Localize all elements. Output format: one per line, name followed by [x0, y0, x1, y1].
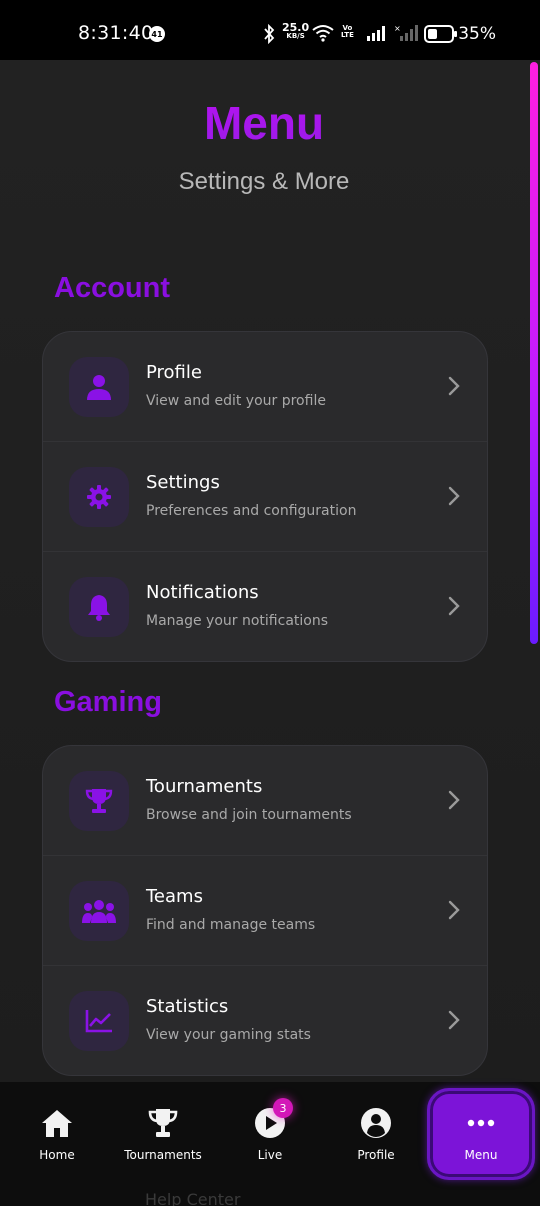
chevron-right-icon — [447, 899, 461, 925]
network-speed: 25.0 KB/S — [282, 21, 310, 41]
status-time: 8:31:40 — [78, 22, 154, 44]
chevron-right-icon — [447, 1009, 461, 1035]
menu-item-title: Notifications — [146, 582, 259, 603]
menu-item-subtitle: Browse and join tournaments — [146, 807, 352, 823]
menu-item-title: Teams — [146, 886, 203, 907]
menu-item-subtitle: Preferences and configuration — [146, 503, 357, 519]
app-screen: 8:31:40 41 25.0 KB/S Vo LTE × 35% Menu S… — [0, 0, 540, 1206]
chevron-right-icon — [447, 595, 461, 621]
chart-line-icon — [69, 991, 129, 1051]
menu-item-title: Profile — [146, 362, 202, 383]
bluetooth-icon — [262, 23, 276, 48]
network-speed-unit: KB/S — [286, 32, 305, 40]
battery-icon — [424, 25, 458, 47]
menu-item-notifications[interactable]: Notifications Manage your notifications — [43, 552, 487, 661]
chevron-right-icon — [447, 485, 461, 511]
trophy-icon — [146, 1106, 180, 1140]
menu-item-profile[interactable]: Profile View and edit your profile — [43, 332, 487, 442]
chevron-right-icon — [447, 375, 461, 401]
chevron-right-icon — [447, 789, 461, 815]
help-center-peek: Help Center — [145, 1190, 241, 1206]
page-subtitle: Settings & More — [178, 168, 350, 195]
home-icon — [40, 1106, 74, 1140]
nav-live[interactable]: Live — [220, 1082, 320, 1182]
svg-text:×: × — [394, 24, 401, 33]
live-count-badge: 3 — [273, 1098, 293, 1118]
battery-percent: 35% — [458, 24, 496, 44]
status-bar: 8:31:40 41 25.0 KB/S Vo LTE × 35% — [0, 0, 540, 60]
menu-item-subtitle: Manage your notifications — [146, 613, 329, 629]
menu-item-teams[interactable]: Teams Find and manage teams — [43, 856, 487, 966]
nav-label: Profile — [357, 1148, 395, 1162]
signal-no-service-icon: × — [394, 24, 418, 45]
volte-bottom: LTE — [341, 31, 354, 39]
notification-count-badge: 41 — [149, 26, 165, 42]
more-dots-icon — [466, 1106, 496, 1140]
menu-item-title: Tournaments — [146, 776, 263, 797]
page-title: Menu — [0, 96, 528, 150]
user-circle-icon — [360, 1106, 392, 1140]
nav-label: Tournaments — [124, 1148, 202, 1162]
menu-item-settings[interactable]: Settings Preferences and configuration — [43, 442, 487, 552]
nav-profile[interactable]: Profile — [326, 1082, 426, 1182]
menu-item-title: Settings — [146, 472, 220, 493]
signal-icon — [366, 25, 388, 45]
person-icon — [69, 357, 129, 417]
menu-item-subtitle: View your gaming stats — [146, 1027, 311, 1043]
gaming-card: Tournaments Browse and join tournaments — [42, 745, 488, 1076]
menu-item-title: Statistics — [146, 996, 229, 1017]
nav-label: Home — [39, 1148, 75, 1162]
volte-indicator: Vo LTE — [341, 25, 354, 39]
menu-item-statistics[interactable]: Statistics View your gaming stats — [43, 966, 487, 1075]
nav-label: Menu — [464, 1148, 498, 1162]
menu-content[interactable]: Menu Settings & More Account Profile Vie… — [0, 60, 540, 1082]
section-title-account: Account — [54, 272, 170, 304]
nav-home[interactable]: Home — [7, 1082, 107, 1182]
network-speed-value: 25.0 — [282, 21, 310, 34]
trophy-icon — [69, 771, 129, 831]
nav-label: Live — [257, 1148, 283, 1162]
section-title-gaming: Gaming — [54, 686, 162, 718]
wifi-icon — [312, 24, 334, 46]
scrollbar[interactable] — [530, 62, 538, 644]
bell-icon — [69, 577, 129, 637]
menu-item-subtitle: Find and manage teams — [146, 917, 316, 933]
menu-item-tournaments[interactable]: Tournaments Browse and join tournaments — [43, 746, 487, 856]
nav-tournaments[interactable]: Tournaments — [113, 1082, 213, 1182]
gear-icon — [69, 467, 129, 527]
menu-item-subtitle: View and edit your profile — [146, 393, 326, 409]
account-card: Profile View and edit your profile Setti… — [42, 331, 488, 662]
group-icon — [69, 881, 129, 941]
nav-menu[interactable]: Menu — [431, 1082, 531, 1182]
